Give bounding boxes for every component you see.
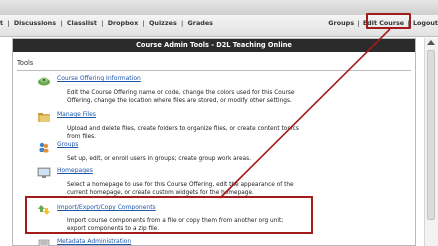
course-offering-information-link[interactable]: Course Offering Information — [57, 75, 141, 82]
scrollbar-thumb[interactable] — [427, 50, 435, 220]
nav-item-quizzes[interactable]: Quizzes — [149, 19, 177, 27]
nav-item-logout[interactable]: Logout — [413, 19, 438, 27]
scroll-up-icon[interactable] — [427, 40, 435, 45]
people-icon — [39, 142, 49, 153]
section-title: Tools — [17, 59, 34, 67]
manage-files-link[interactable]: Manage Files — [57, 111, 96, 118]
nav-item-grades[interactable]: Grades — [188, 19, 213, 27]
nav-item-classlist[interactable]: Classlist — [67, 19, 97, 27]
course-offering-information-description: Edit the Course Offering name or code, c… — [67, 90, 295, 104]
nav-item-dropbox[interactable]: Dropbox — [108, 19, 139, 27]
left-gutter — [0, 38, 12, 246]
groups-link[interactable]: Groups — [57, 141, 78, 148]
metadata-administration-link[interactable]: Metadata Administration — [57, 238, 131, 245]
folder-icon — [38, 113, 50, 122]
homepages-link[interactable]: Homepages — [57, 167, 93, 174]
import-export-highlight — [25, 196, 313, 234]
gear-icon — [38, 77, 50, 86]
groups-description: Set up, edit, or enroll users in groups;… — [67, 156, 251, 162]
course-admin-panel: Course Admin Tools - D2L Teaching Online… — [12, 38, 416, 246]
monitor-icon — [37, 167, 51, 178]
section-divider — [17, 70, 411, 71]
panel-title: Course Admin Tools - D2L Teaching Online — [13, 39, 415, 52]
nav-item-discussions[interactable]: Discussions — [14, 19, 56, 27]
nav-item-groups[interactable]: Groups — [328, 19, 354, 27]
edit-course-highlight — [366, 13, 411, 29]
homepages-description: Select a homepage to use for this Course… — [67, 182, 294, 196]
manage-files-description: Upload and delete files, create folders … — [67, 126, 299, 140]
course-nav-left: t | Discussions | Classlist | Dropbox | … — [0, 19, 213, 27]
metadata-icon — [38, 239, 50, 246]
vertical-scrollbar[interactable] — [424, 38, 438, 246]
nav-item-partial[interactable]: t — [0, 19, 3, 27]
